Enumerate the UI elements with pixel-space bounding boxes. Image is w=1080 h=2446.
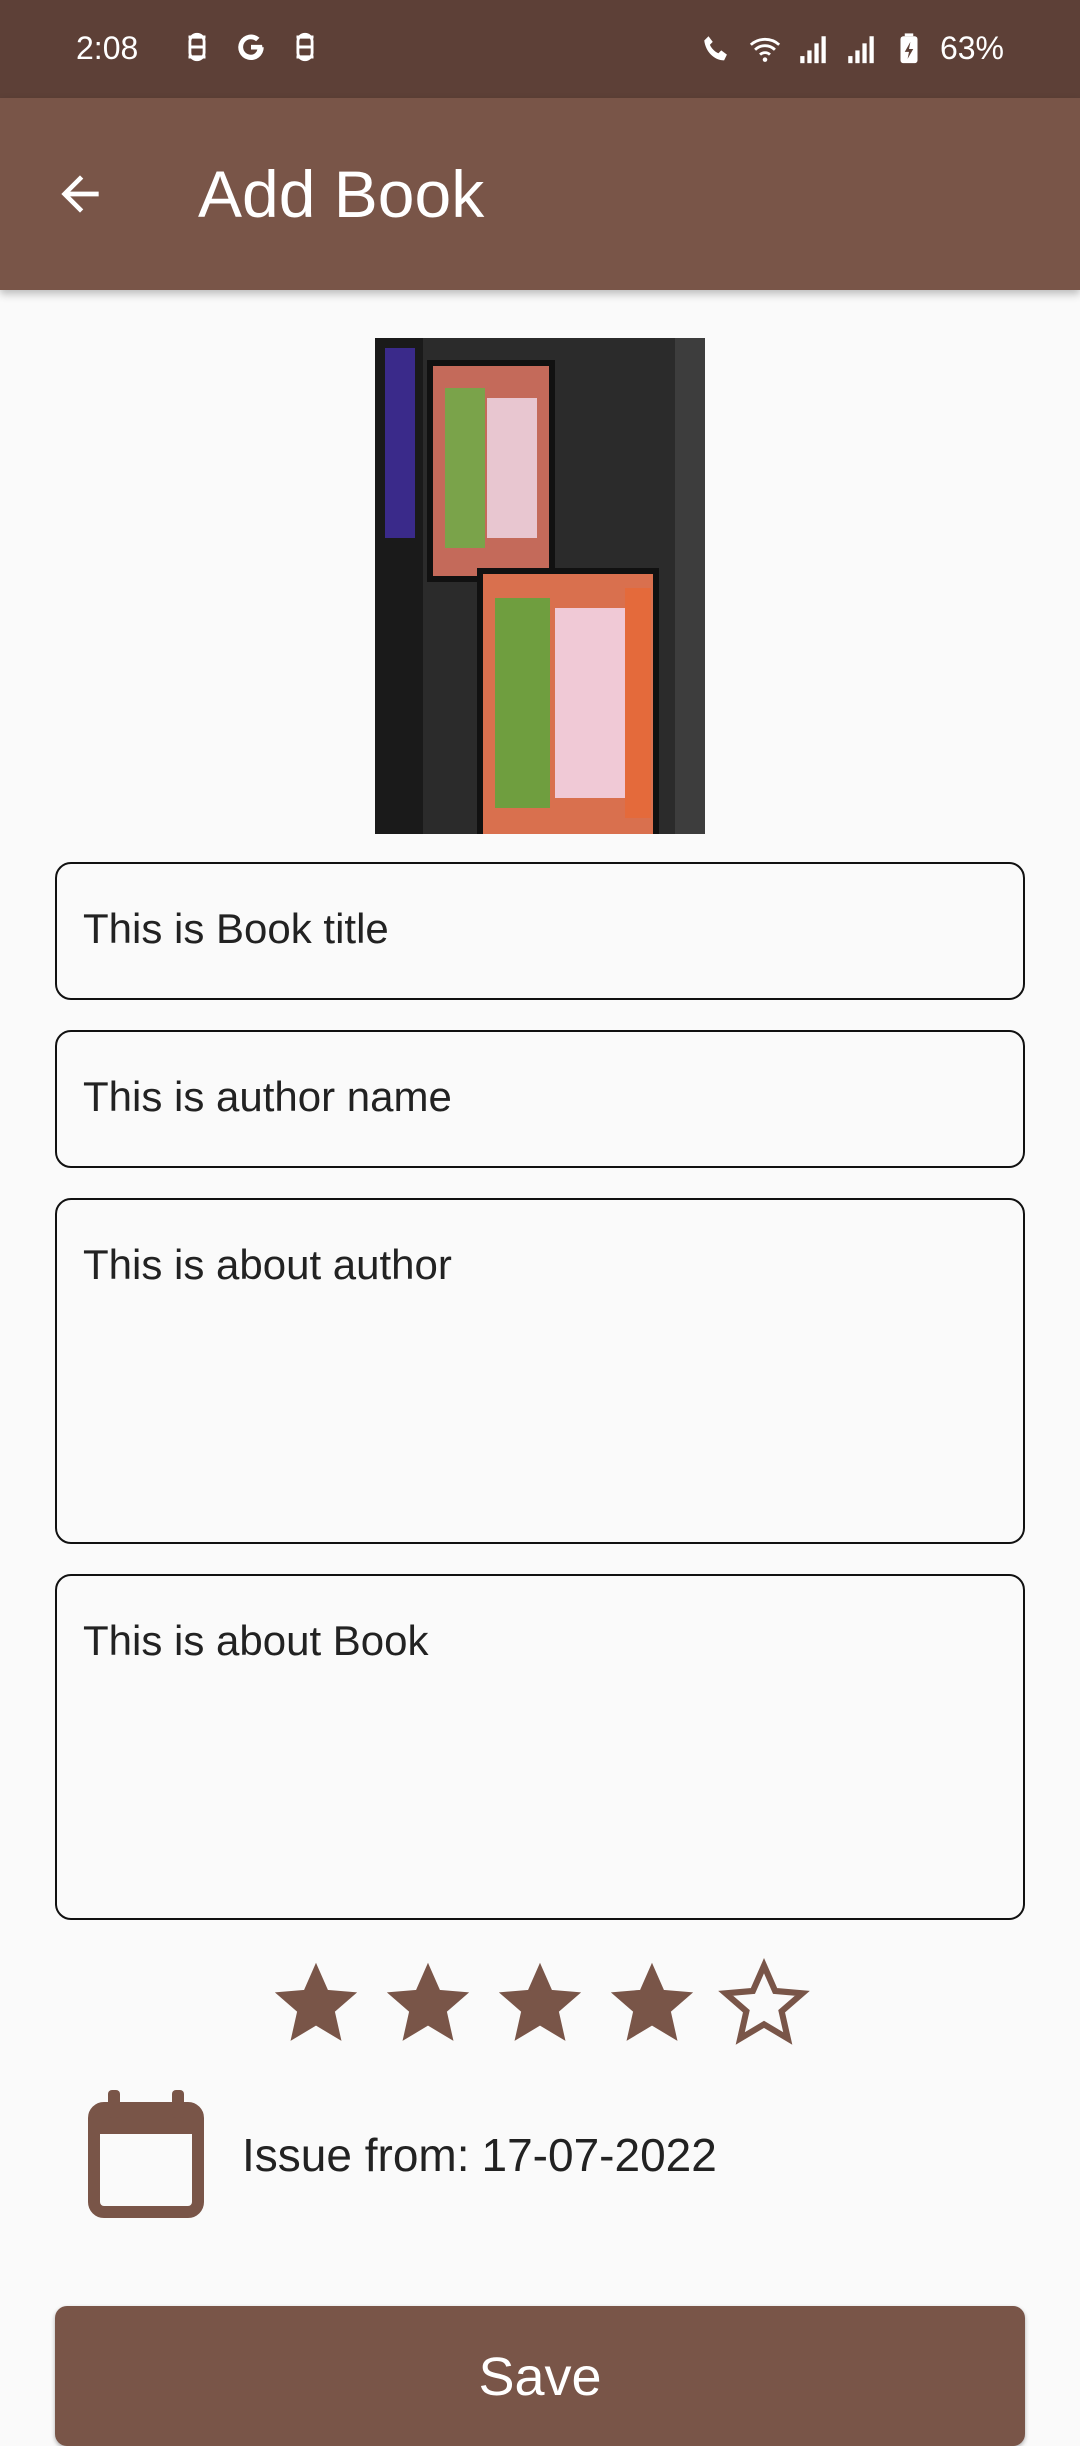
google-icon xyxy=(238,34,264,61)
status-system-icons: 63% xyxy=(700,30,1004,67)
battery-percent: 63% xyxy=(939,30,1004,66)
wifi-calling-icon xyxy=(704,35,727,60)
page-title: Add Book xyxy=(198,157,485,231)
status-bar: 2:08 63% xyxy=(0,0,1080,98)
rating-bar xyxy=(270,1958,810,2058)
arrow-back-icon xyxy=(61,175,99,213)
star-filled-icon[interactable] xyxy=(382,1958,474,2050)
star-filled-icon[interactable] xyxy=(494,1958,586,2050)
wifi-icon xyxy=(749,37,781,62)
signal-icon xyxy=(848,35,874,63)
about-author-value: This is about author xyxy=(83,1241,452,1288)
author-name-value: This is author name xyxy=(83,1073,452,1120)
about-book-field[interactable]: This is about Book xyxy=(55,1574,1025,1920)
about-book-value: This is about Book xyxy=(83,1617,429,1664)
book-title-value: This is Book title xyxy=(83,905,389,952)
calendar-icon[interactable] xyxy=(86,2090,204,2220)
issue-date-row: Issue from: 17-07-2022 xyxy=(86,2090,986,2220)
battery-charging-icon xyxy=(900,32,918,63)
save-button[interactable]: Save xyxy=(55,2306,1025,2446)
signal-icon xyxy=(800,35,826,63)
issue-label: Issue from: xyxy=(242,2129,470,2181)
book-title-field[interactable]: This is Book title xyxy=(55,862,1025,1000)
cover-photo xyxy=(375,338,705,834)
app-bar: Add Book xyxy=(0,98,1080,290)
star-filled-icon[interactable] xyxy=(270,1958,362,2050)
issue-date-value[interactable]: 17-07-2022 xyxy=(482,2128,717,2182)
back-button[interactable] xyxy=(40,154,120,234)
about-author-field[interactable]: This is about author xyxy=(55,1198,1025,1544)
status-notification-icons xyxy=(180,30,322,64)
author-name-field[interactable]: This is author name xyxy=(55,1030,1025,1168)
notification-icon xyxy=(296,32,314,62)
star-outline-icon[interactable] xyxy=(718,1958,810,2050)
star-filled-icon[interactable] xyxy=(606,1958,698,2050)
status-time: 2:08 xyxy=(76,30,139,66)
notification-icon xyxy=(188,32,206,62)
book-cover-image[interactable] xyxy=(375,338,705,834)
save-button-label: Save xyxy=(478,2347,602,2407)
